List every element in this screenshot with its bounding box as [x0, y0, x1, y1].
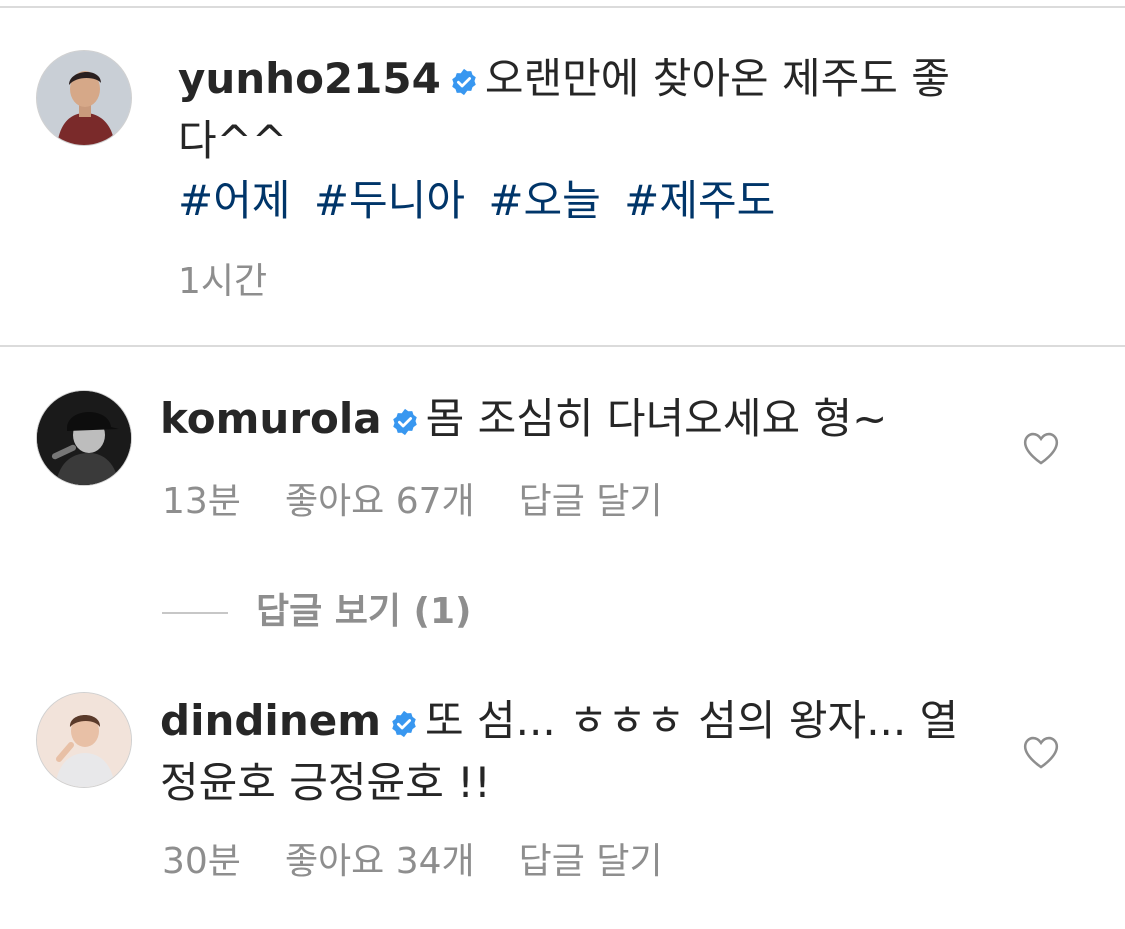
reply-button[interactable]: 답글 달기 — [519, 481, 663, 522]
comment-dindinem: dindinem 또 섬... ㅎㅎㅎ 섬의 왕자... 열정윤호 긍정윤호 !! — [160, 692, 980, 812]
comment-body: 몸 조심히 다녀오세요 형~ — [425, 394, 888, 443]
comment-timestamp: 13분 — [162, 481, 241, 522]
verified-badge-icon — [449, 54, 479, 112]
post-meta: 1시간 — [178, 252, 311, 304]
verified-badge-icon — [389, 696, 419, 754]
hashtag-link[interactable]: #제주도 — [624, 176, 775, 225]
hashtag-link[interactable]: #두니아 — [314, 176, 465, 225]
avatar-komurola-image — [37, 391, 131, 485]
reply-button[interactable]: 답글 달기 — [519, 841, 663, 882]
post-author-username[interactable]: yunho2154 — [178, 54, 441, 103]
view-replies-label: 답글 보기 (1) — [256, 591, 472, 632]
comment-likes-count[interactable]: 좋아요 67개 — [285, 481, 475, 522]
avatar-yunho-image — [37, 51, 131, 145]
comment-likes-count[interactable]: 좋아요 34개 — [285, 841, 475, 882]
comment-username[interactable]: komurola — [160, 394, 382, 443]
top-border — [0, 6, 1125, 8]
verified-badge-icon — [390, 394, 420, 452]
comment-username[interactable]: dindinem — [160, 696, 381, 745]
comment-avatar-dindinem[interactable] — [36, 692, 132, 788]
heart-outline-icon[interactable] — [1022, 430, 1060, 466]
comment-komurola: komurola 몸 조심히 다녀오세요 형~ — [160, 390, 980, 452]
replies-line-divider — [162, 612, 228, 614]
post-timestamp: 1시간 — [178, 261, 268, 302]
hashtag-link[interactable]: #오늘 — [488, 176, 600, 225]
hashtag-link[interactable]: #어제 — [178, 176, 290, 225]
view-replies-button[interactable]: 답글 보기 (1) — [162, 582, 472, 634]
comment-meta: 30분 좋아요 34개 답글 달기 — [162, 832, 707, 884]
comment-avatar-komurola[interactable] — [36, 390, 132, 486]
heart-outline-icon[interactable] — [1022, 734, 1060, 770]
avatar-dindinem-image — [37, 693, 131, 787]
comment-timestamp: 30분 — [162, 841, 241, 882]
post-author-avatar[interactable] — [36, 50, 132, 146]
post-hashtags: #어제 #두니아 #오늘 #제주도 — [178, 172, 785, 230]
comment-meta: 13분 좋아요 67개 답글 달기 — [162, 472, 707, 524]
post-caption: yunho2154 오랜만에 찾아온 제주도 좋다^^ — [178, 50, 978, 170]
section-divider — [0, 345, 1125, 347]
